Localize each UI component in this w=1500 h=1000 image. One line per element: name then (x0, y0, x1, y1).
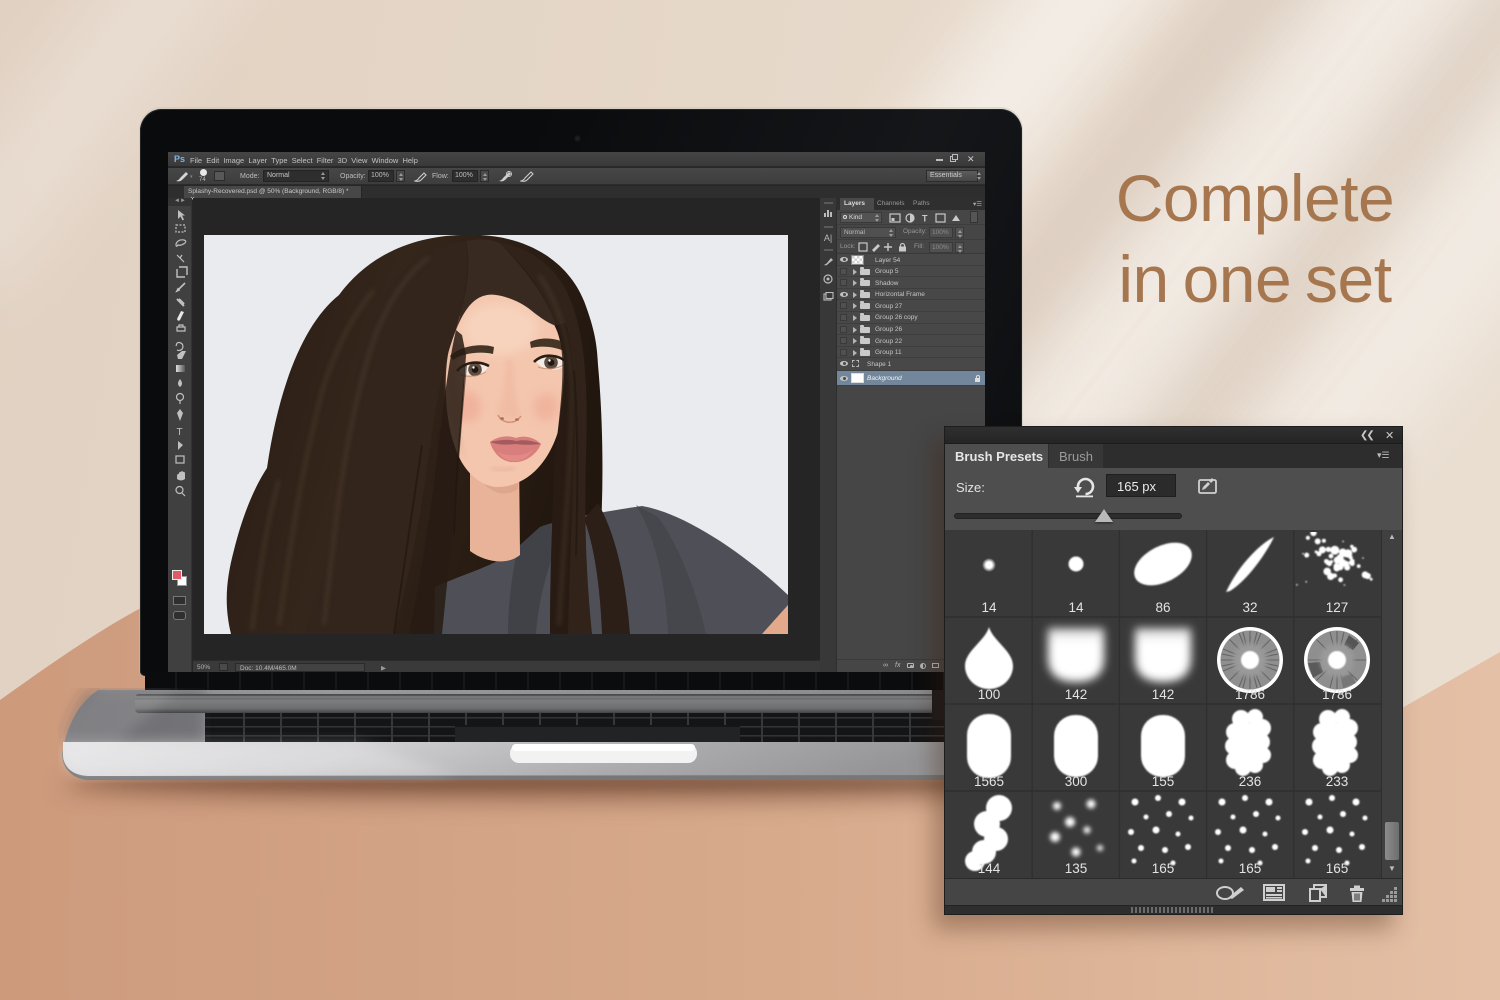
svg-text:155: 155 (1152, 774, 1175, 789)
svg-text:1786: 1786 (1235, 687, 1265, 702)
svg-text:1786: 1786 (1322, 687, 1352, 702)
svg-text:300: 300 (1065, 774, 1088, 789)
svg-text:135: 135 (1065, 861, 1088, 876)
svg-text:165: 165 (1152, 861, 1175, 876)
svg-text:14: 14 (981, 600, 997, 615)
svg-text:233: 233 (1326, 774, 1349, 789)
svg-text:142: 142 (1065, 687, 1088, 702)
svg-text:T: T (922, 214, 928, 224)
svg-text:165: 165 (1239, 861, 1262, 876)
svg-text:100: 100 (978, 687, 1001, 702)
svg-text:142: 142 (1152, 687, 1175, 702)
svg-text:14: 14 (1068, 600, 1084, 615)
svg-text:165: 165 (1326, 861, 1349, 876)
svg-text:86: 86 (1155, 600, 1170, 615)
svg-text:T: T (177, 427, 183, 438)
svg-text:32: 32 (1242, 600, 1257, 615)
svg-text:236: 236 (1239, 774, 1262, 789)
svg-text:1565: 1565 (974, 774, 1004, 789)
svg-text:127: 127 (1326, 600, 1349, 615)
svg-text:144: 144 (978, 861, 1001, 876)
